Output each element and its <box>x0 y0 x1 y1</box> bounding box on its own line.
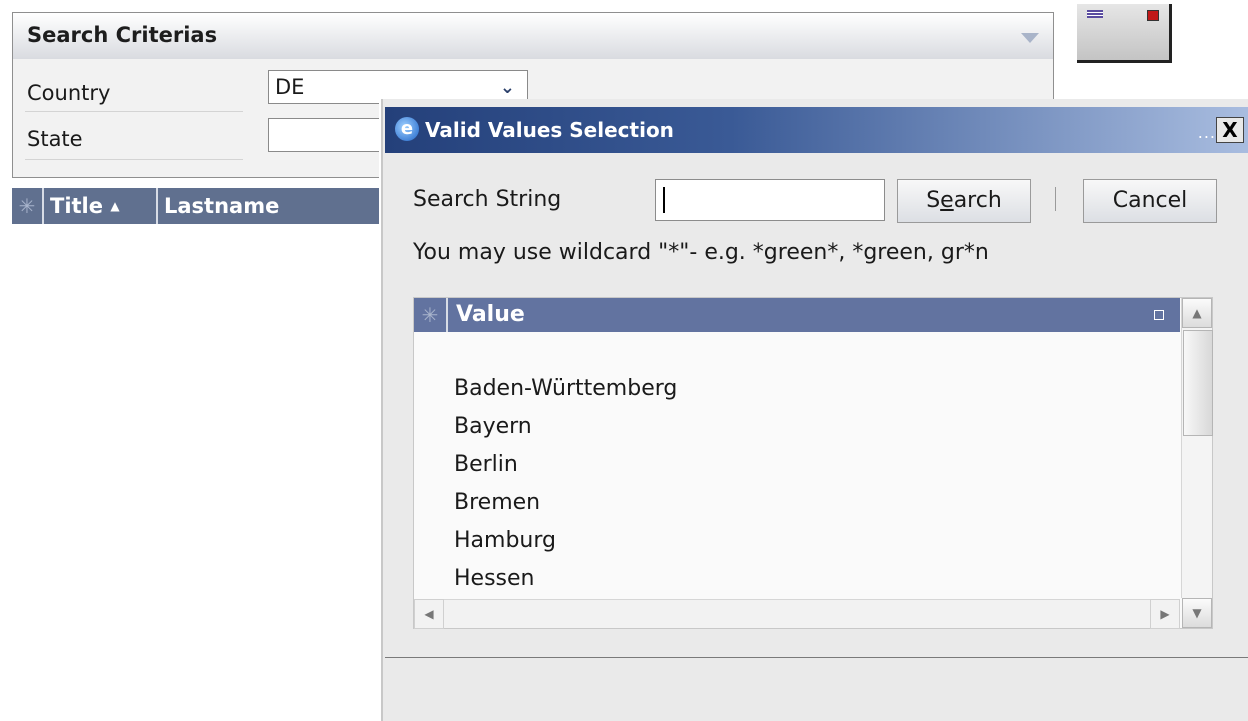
valid-values-dialog: e Valid Values Selection ... X Search St… <box>381 99 1248 721</box>
dialog-titlebar[interactable]: e Valid Values Selection ... X <box>385 107 1248 153</box>
cancel-button[interactable]: Cancel <box>1083 179 1217 223</box>
sort-ascending-icon: ▲ <box>110 199 120 213</box>
vertical-scrollbar[interactable]: ▲ <box>1181 298 1213 598</box>
document-icon <box>1087 10 1103 18</box>
wildcard-hint: You may use wildcard "*"- e.g. *green*, … <box>413 240 989 265</box>
field-divider <box>25 111 243 112</box>
search-string-label: Search String <box>413 187 562 212</box>
list-item[interactable]: Bremen <box>454 484 677 522</box>
ellipsis-icon: ... <box>1197 123 1216 142</box>
values-list: Baden-Württemberg Bayern Berlin Bremen H… <box>454 370 677 598</box>
column-title-label: Title <box>50 194 104 218</box>
asterisk-icon[interactable]: ✳ <box>12 188 42 224</box>
horizontal-scrollbar[interactable]: ◀ ▶ <box>414 599 1180 629</box>
criteria-title: Search Criterias <box>27 23 218 47</box>
dialog-footer-divider <box>385 657 1248 658</box>
close-icon <box>1147 10 1159 21</box>
search-input[interactable] <box>655 179 885 221</box>
criteria-header[interactable]: Search Criterias <box>13 13 1053 59</box>
list-item[interactable]: Bayern <box>454 408 677 446</box>
collapse-icon[interactable] <box>1021 33 1039 43</box>
scroll-down-icon[interactable]: ▼ <box>1182 598 1212 628</box>
close-button[interactable]: X <box>1216 117 1244 143</box>
values-grid: ✳ Value Baden-Württemberg Bayern Berlin … <box>413 297 1213 629</box>
column-header-title[interactable]: Title ▲ <box>42 188 156 224</box>
list-item[interactable]: Hessen <box>454 560 677 598</box>
list-item[interactable]: Baden-Württemberg <box>454 370 677 408</box>
column-header-value[interactable]: Value <box>456 298 525 332</box>
text-cursor <box>663 187 665 213</box>
scroll-thumb[interactable] <box>1183 330 1213 436</box>
browser-icon: e <box>395 117 419 141</box>
asterisk-icon[interactable]: ✳ <box>414 298 448 332</box>
results-table-header: ✳ Title ▲ Lastname <box>12 188 380 224</box>
country-value: DE <box>275 75 305 99</box>
scroll-up-icon[interactable]: ▲ <box>1182 298 1212 328</box>
column-menu-icon[interactable] <box>1154 310 1164 320</box>
thumbnail-image <box>1077 4 1172 63</box>
state-label: State <box>27 127 83 151</box>
country-label: Country <box>27 81 111 105</box>
list-item[interactable]: Berlin <box>454 446 677 484</box>
search-button[interactable]: Search <box>897 179 1031 223</box>
scroll-right-icon[interactable]: ▶ <box>1150 599 1180 629</box>
chevron-down-icon[interactable]: ⌄ <box>500 77 515 98</box>
grid-header: ✳ Value <box>414 298 1180 332</box>
field-divider <box>25 159 243 160</box>
list-item[interactable]: Hamburg <box>454 522 677 560</box>
scroll-left-icon[interactable]: ◀ <box>414 599 444 629</box>
column-header-lastname[interactable]: Lastname <box>156 188 384 224</box>
button-divider <box>1055 187 1056 211</box>
dialog-title: Valid Values Selection <box>425 118 674 142</box>
